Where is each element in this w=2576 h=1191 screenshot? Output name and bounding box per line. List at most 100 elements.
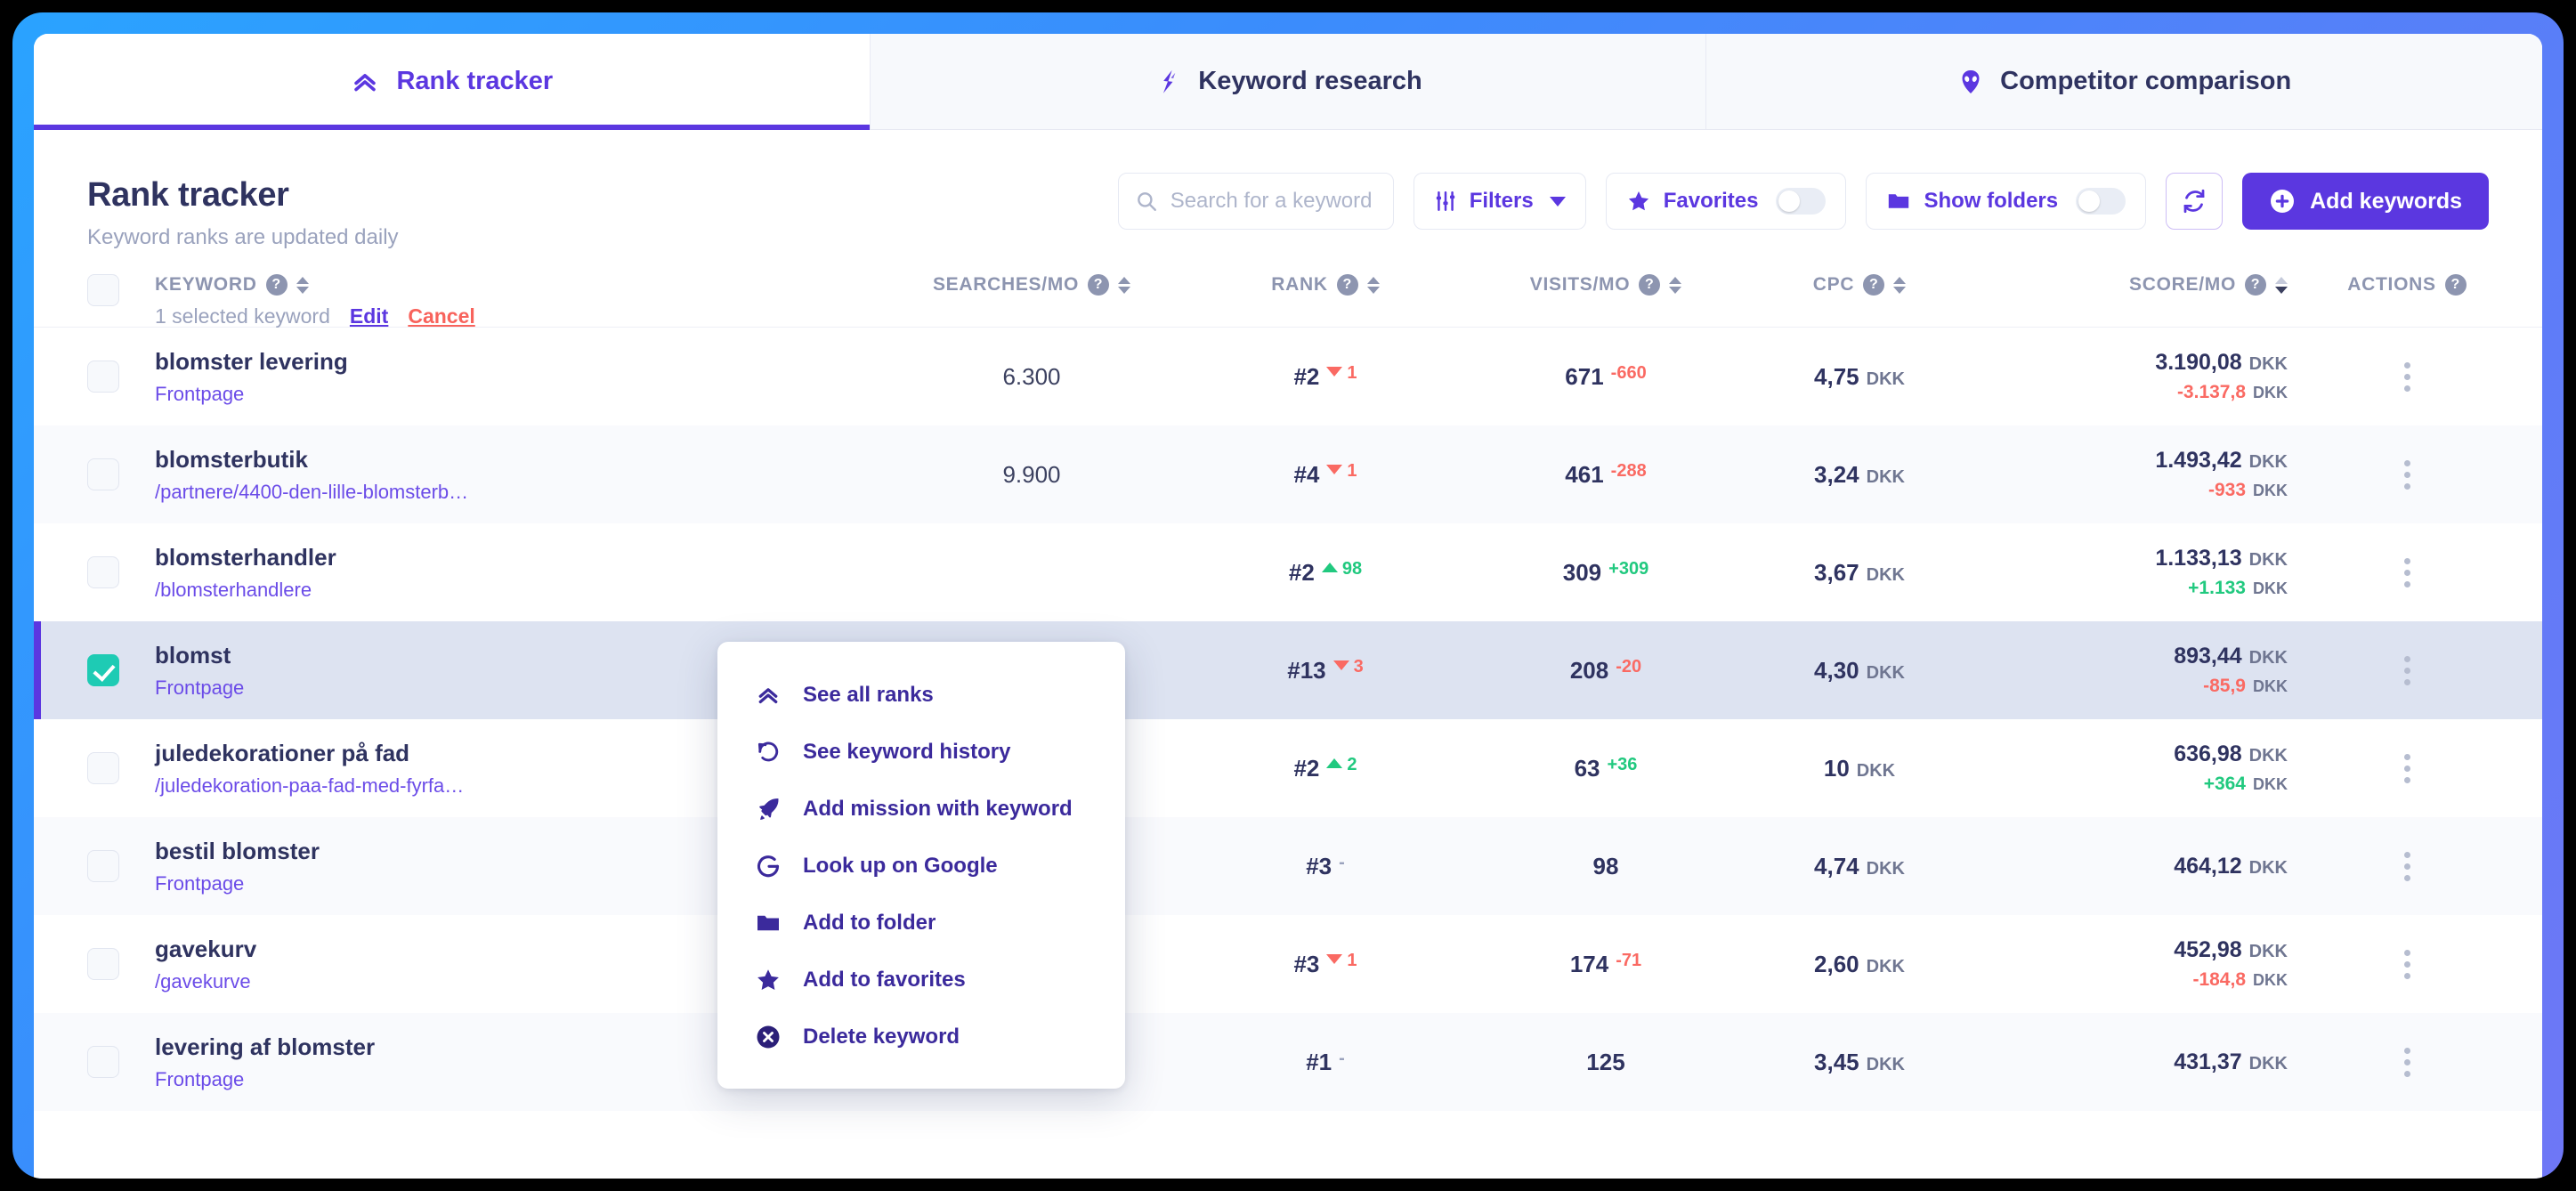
refresh-icon (2181, 188, 2207, 215)
refresh-button[interactable] (2166, 173, 2223, 230)
visits-cell: 309+309 (1472, 559, 1739, 587)
keyword-url[interactable]: Frontpage (155, 383, 529, 406)
column-header-score[interactable]: SCORE/MO ? (1980, 274, 2288, 296)
row-menu-icon[interactable] (2318, 656, 2496, 685)
keyword-url[interactable]: /partnere/4400-den-lille-blomsterb… (155, 481, 529, 504)
actions-cell (2318, 656, 2496, 685)
keyword-url[interactable]: Frontpage (155, 677, 529, 700)
help-icon[interactable]: ? (1088, 274, 1109, 296)
sort-toggle[interactable] (1669, 277, 1681, 294)
cpc-value: 10 (1824, 755, 1850, 782)
row-menu-icon[interactable] (2318, 460, 2496, 490)
row-menu-icon[interactable] (2318, 362, 2496, 392)
keyword-url[interactable]: Frontpage (155, 872, 529, 895)
rank-value: #2 (1293, 755, 1319, 782)
show-folders-toggle-button[interactable]: Show folders (1866, 173, 2146, 230)
table-row[interactable]: blomsterbutik/partnere/4400-den-lille-bl… (34, 425, 2542, 523)
column-header-visits[interactable]: VISITS/MO ? (1472, 274, 1739, 296)
search-input[interactable] (1171, 189, 1377, 214)
menu-item-delete-keyword[interactable]: Delete keyword (717, 1009, 1125, 1065)
table-row[interactable]: bestil blomsterFrontpage#3-984,74DKK464,… (34, 817, 2542, 915)
favorites-switch[interactable] (1776, 188, 1826, 215)
row-menu-icon[interactable] (2318, 950, 2496, 979)
menu-item-look-up-on-google[interactable]: Look up on Google (717, 838, 1125, 895)
cancel-selection-link[interactable]: Cancel (408, 304, 474, 328)
sort-toggle[interactable] (1893, 277, 1906, 294)
keyword-url[interactable]: /juledekoration-paa-fad-med-fyrfa… (155, 774, 529, 798)
tab-keyword-research[interactable]: Keyword research (871, 34, 1707, 129)
visits-value: 208 (1570, 657, 1608, 684)
currency-label: DKK (2253, 677, 2288, 695)
score-cell: 636,98DKK+364DKK (1980, 741, 2318, 795)
change-indicator: +36 (1607, 755, 1637, 774)
row-menu-icon[interactable] (2318, 852, 2496, 881)
table-row[interactable]: levering af blomsterFrontpage590#1-1253,… (34, 1013, 2542, 1111)
favorites-toggle-button[interactable]: Favorites (1606, 173, 1847, 230)
menu-item-add-to-favorites[interactable]: Add to favorites (717, 952, 1125, 1009)
searches-value: 6.300 (1002, 363, 1060, 390)
help-icon[interactable]: ? (1337, 274, 1358, 296)
row-checkbox[interactable] (87, 850, 119, 882)
actions-cell (2318, 460, 2496, 490)
row-menu-icon[interactable] (2318, 558, 2496, 587)
help-icon[interactable]: ? (2445, 274, 2467, 296)
column-header-keyword[interactable]: KEYWORD ? (155, 274, 885, 296)
column-header-cpc[interactable]: CPC ? (1739, 274, 1980, 296)
menu-item-see-keyword-history[interactable]: See keyword history (717, 724, 1125, 781)
help-icon[interactable]: ? (266, 274, 288, 296)
visits-cell: 98 (1472, 853, 1739, 880)
currency-label: DKK (2253, 579, 2288, 597)
table-row[interactable]: blomster leveringFrontpage6.300#21671-66… (34, 328, 2542, 425)
tab-competitor-comparison[interactable]: Competitor comparison (1706, 34, 2542, 129)
sort-toggle[interactable] (296, 277, 309, 294)
edit-selection-link[interactable]: Edit (350, 304, 388, 328)
row-checkbox[interactable] (87, 556, 119, 588)
menu-item-add-mission-with-keyword[interactable]: Add mission with keyword (717, 781, 1125, 838)
column-header-searches[interactable]: SEARCHES/MO ? (885, 274, 1179, 296)
keyword-url[interactable]: Frontpage (155, 1068, 529, 1091)
score-value: 452,98DKK (1980, 937, 2288, 963)
sort-toggle[interactable] (1118, 277, 1130, 294)
tab-label: Rank tracker (396, 67, 553, 96)
row-checkbox[interactable] (87, 654, 119, 686)
score-change: +1.133DKK (1980, 578, 2288, 599)
score-value: 1.493,42DKK (1980, 448, 2288, 474)
change-indicator: 1 (1326, 951, 1357, 971)
row-checkbox[interactable] (87, 1046, 119, 1078)
help-icon[interactable]: ? (1863, 274, 1884, 296)
select-all-checkbox[interactable] (87, 274, 119, 306)
filters-button[interactable]: Filters (1414, 173, 1586, 230)
currency-label: DKK (2249, 354, 2288, 374)
rank-header-cell: RANK ? (1179, 274, 1472, 296)
app-window: Rank tracker Keyword research (34, 34, 2542, 1179)
sort-toggle-active[interactable] (2275, 277, 2288, 294)
row-checkbox[interactable] (87, 458, 119, 490)
tab-rank-tracker[interactable]: Rank tracker (34, 34, 871, 129)
table-row[interactable]: gavekurv/gavekurve#31174-712,60DKK452,98… (34, 915, 2542, 1013)
table-row[interactable]: juledekorationer på fad/juledekoration-p… (34, 719, 2542, 817)
row-menu-icon[interactable] (2318, 1048, 2496, 1077)
sort-toggle[interactable] (1367, 277, 1380, 294)
search-box[interactable] (1118, 173, 1394, 230)
cpc-header-cell: CPC ? (1739, 274, 1980, 296)
browser-frame: Rank tracker Keyword research (12, 12, 2564, 1179)
table-row[interactable]: blomstFrontpage#133208-204,30DKK893,44DK… (34, 621, 2542, 719)
help-icon[interactable]: ? (2245, 274, 2266, 296)
menu-item-see-all-ranks[interactable]: See all ranks (717, 667, 1125, 724)
row-menu-icon[interactable] (2318, 754, 2496, 783)
lightning-bolt-icon (1154, 68, 1182, 96)
row-checkbox[interactable] (87, 948, 119, 980)
menu-item-add-to-folder[interactable]: Add to folder (717, 895, 1125, 952)
add-keywords-button[interactable]: Add keywords (2242, 173, 2489, 230)
keyword-url[interactable]: /gavekurve (155, 970, 529, 993)
table-row[interactable]: blomsterhandler/blomsterhandlere#298309+… (34, 523, 2542, 621)
keyword-url[interactable]: /blomsterhandlere (155, 579, 529, 602)
row-checkbox[interactable] (87, 361, 119, 393)
main-tabbar: Rank tracker Keyword research (34, 34, 2542, 130)
show-folders-switch[interactable] (2076, 188, 2126, 215)
help-icon[interactable]: ? (1639, 274, 1660, 296)
column-header-rank[interactable]: RANK ? (1179, 274, 1472, 296)
menu-item-label: Add to favorites (803, 968, 966, 992)
row-select-cell (87, 458, 155, 490)
row-checkbox[interactable] (87, 752, 119, 784)
